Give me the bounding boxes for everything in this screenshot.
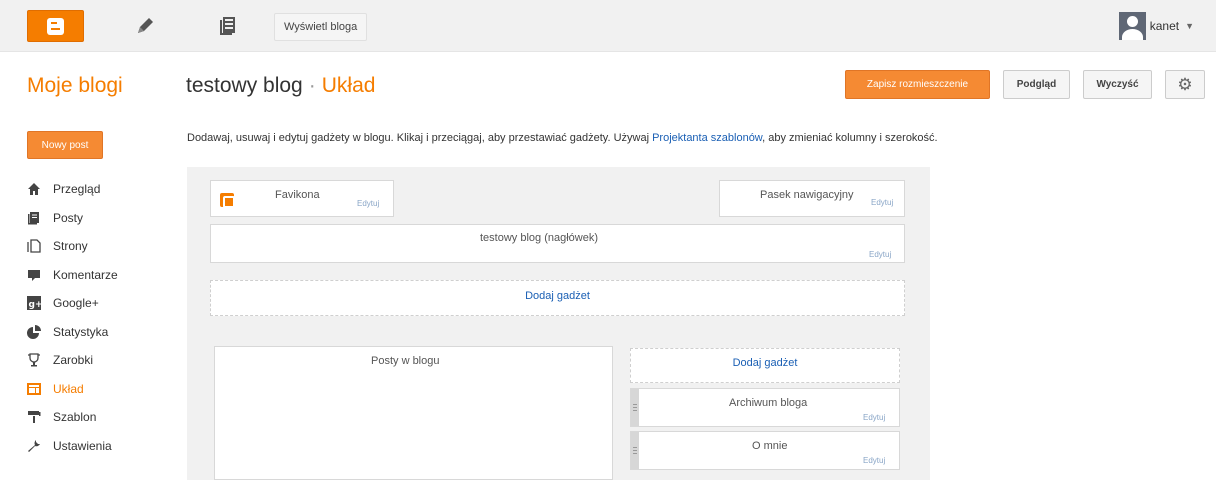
settings-button[interactable]: ⚙ bbox=[1165, 70, 1205, 99]
blog-name: testowy blog bbox=[186, 74, 303, 97]
gadget-title: Archiwum bloga bbox=[729, 397, 808, 409]
blogger-icon bbox=[220, 193, 235, 208]
instructions-text: Dodawaj, usuwaj i edytuj gadżety w blogu… bbox=[187, 132, 653, 144]
header-gadget[interactable]: testowy blog (nagłówek) Edytuj bbox=[210, 224, 905, 263]
gadget-title: Posty w blogu bbox=[371, 355, 440, 367]
posts-icon bbox=[220, 17, 235, 35]
preview-button[interactable]: Podgląd bbox=[1003, 70, 1070, 99]
svg-text:g+: g+ bbox=[29, 300, 42, 310]
favicon-gadget[interactable]: Favikona Edytuj bbox=[210, 180, 394, 217]
sidebar-item-label: Strony bbox=[53, 239, 88, 254]
username: kanet bbox=[1149, 19, 1180, 33]
sidebar-item-label: Statystyka bbox=[53, 324, 109, 339]
sidebar-item-label: Komentarze bbox=[53, 267, 118, 282]
gadget-title: testowy blog (nagłówek) bbox=[480, 232, 599, 244]
edit-link[interactable]: Edytuj bbox=[863, 413, 885, 422]
edit-link[interactable]: Edytuj bbox=[863, 456, 885, 465]
sidebar-item-label: Zarobki bbox=[53, 353, 94, 368]
add-gadget-link[interactable]: Dodaj gadżet bbox=[525, 290, 590, 302]
edit-link[interactable]: Edytuj bbox=[869, 250, 891, 259]
add-gadget-sidebar[interactable]: Dodaj gadżet bbox=[630, 348, 900, 383]
sidebar-item-earnings[interactable]: Zarobki bbox=[27, 346, 147, 375]
gadget-title: Favikona bbox=[275, 189, 320, 201]
about-me-gadget[interactable]: O mnie Edytuj bbox=[630, 431, 900, 470]
sidebar-item-label: Ustawienia bbox=[53, 438, 112, 453]
wrench-icon bbox=[27, 439, 41, 453]
comments-icon bbox=[27, 268, 41, 282]
section-name: Układ bbox=[321, 74, 376, 97]
page-title: testowy blog · Układ bbox=[186, 74, 375, 98]
sidebar-item-label: Google+ bbox=[53, 296, 99, 311]
chevron-down-icon: ▼ bbox=[1185, 21, 1194, 31]
navbar-gadget[interactable]: Pasek nawigacyjny Edytuj bbox=[719, 180, 905, 217]
gear-icon: ⚙ bbox=[1177, 74, 1193, 94]
sidebar-item-layout[interactable]: Układ bbox=[27, 375, 147, 404]
sidebar-item-comments[interactable]: Komentarze bbox=[27, 261, 147, 290]
gadget-title: Pasek nawigacyjny bbox=[760, 189, 854, 201]
posts-list-button[interactable] bbox=[217, 14, 241, 38]
sidebar-item-template[interactable]: Szablon bbox=[27, 403, 147, 432]
layout-instructions: Dodawaj, usuwaj i edytuj gadżety w blogu… bbox=[187, 132, 938, 144]
blog-posts-gadget[interactable]: Posty w blogu bbox=[214, 346, 613, 480]
layout-canvas: Favikona Edytuj Pasek nawigacyjny Edytuj… bbox=[187, 167, 930, 480]
template-designer-link[interactable]: Projektanta szablonów bbox=[652, 132, 762, 144]
archive-gadget[interactable]: Archiwum bloga Edytuj bbox=[630, 388, 900, 427]
my-blogs-link[interactable]: Moje blogi bbox=[27, 74, 123, 98]
clear-button[interactable]: Wyczyść bbox=[1083, 70, 1152, 99]
blogger-logo-button[interactable] bbox=[27, 10, 84, 42]
sidebar-item-label: Szablon bbox=[53, 410, 97, 425]
sidebar-item-overview[interactable]: Przegląd bbox=[27, 175, 147, 204]
drag-handle[interactable] bbox=[631, 432, 639, 469]
add-gadget-header[interactable]: Dodaj gadżet bbox=[210, 280, 905, 316]
template-icon bbox=[27, 410, 41, 424]
sidebar-item-stats[interactable]: Statystyka bbox=[27, 318, 147, 347]
sidebar-item-settings[interactable]: Ustawienia bbox=[27, 432, 147, 461]
layout-icon bbox=[27, 382, 41, 396]
pencil-icon bbox=[138, 18, 153, 33]
google-plus-icon: g+ bbox=[27, 296, 42, 311]
sidebar-item-google-plus[interactable]: g+ Google+ bbox=[27, 289, 147, 318]
gadget-title: O mnie bbox=[752, 440, 788, 452]
save-arrangement-button[interactable]: Zapisz rozmieszczenie bbox=[845, 70, 990, 99]
edit-link[interactable]: Edytuj bbox=[357, 199, 379, 208]
stats-icon bbox=[27, 324, 41, 339]
sidebar-item-label: Posty bbox=[53, 210, 84, 225]
posts-icon bbox=[27, 211, 41, 225]
avatar bbox=[1118, 12, 1146, 40]
new-post-button[interactable]: Nowy post bbox=[27, 131, 103, 159]
trophy-icon bbox=[27, 353, 41, 367]
sidebar-item-posts[interactable]: Posty bbox=[27, 204, 147, 233]
sidebar-item-label: Przegląd bbox=[53, 182, 101, 197]
sidebar-nav: Przegląd Posty Strony Komentarze g+ Goog… bbox=[27, 175, 147, 460]
top-bar: Wyświetl bloga kanet ▼ bbox=[0, 0, 1216, 52]
view-blog-button[interactable]: Wyświetl bloga bbox=[274, 13, 368, 41]
edit-link[interactable]: Edytuj bbox=[871, 198, 893, 207]
home-icon bbox=[27, 182, 41, 196]
sidebar-item-label: Układ bbox=[53, 381, 84, 396]
title-separator: · bbox=[308, 74, 316, 97]
new-post-pencil-button[interactable] bbox=[133, 14, 157, 38]
instructions-text-end: , aby zmieniać kolumny i szerokość. bbox=[762, 132, 938, 144]
drag-handle[interactable] bbox=[631, 389, 639, 426]
blogger-icon bbox=[47, 17, 64, 35]
add-gadget-link[interactable]: Dodaj gadżet bbox=[733, 357, 798, 369]
sidebar-item-pages[interactable]: Strony bbox=[27, 232, 147, 261]
pages-icon bbox=[27, 239, 41, 253]
account-menu[interactable]: kanet ▼ bbox=[1118, 12, 1194, 40]
